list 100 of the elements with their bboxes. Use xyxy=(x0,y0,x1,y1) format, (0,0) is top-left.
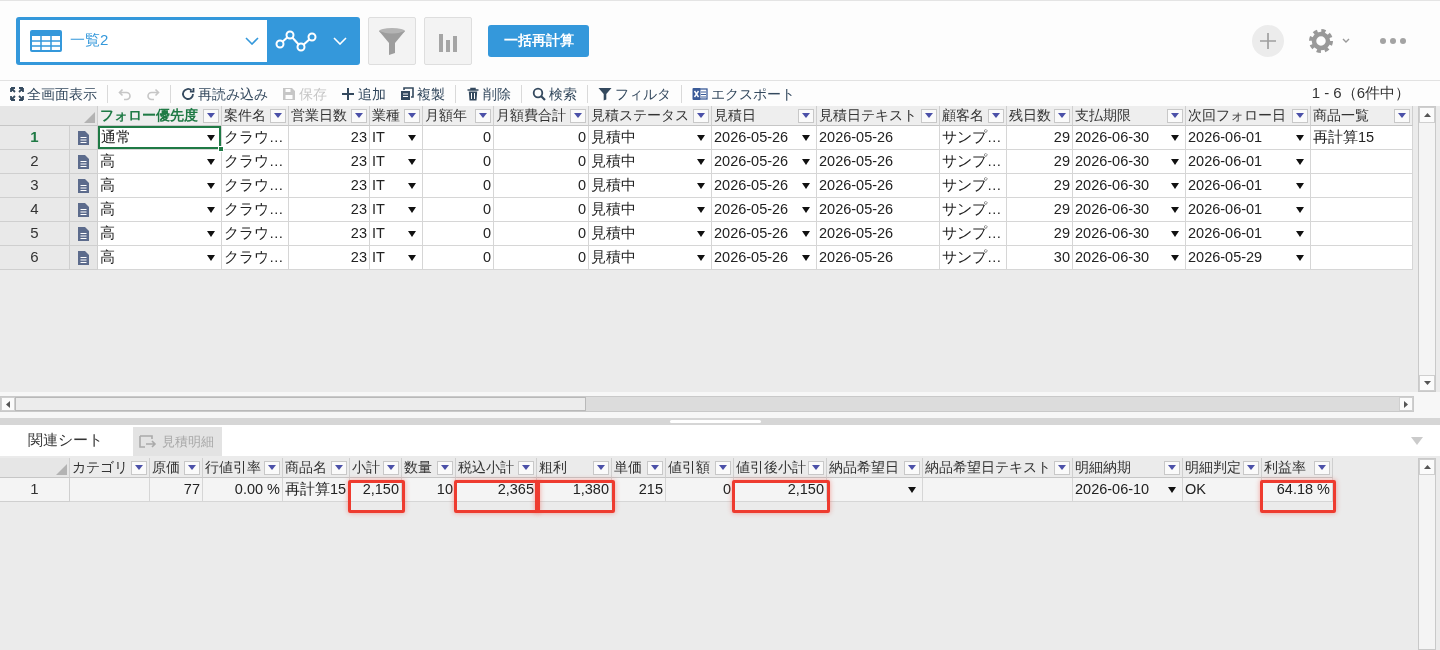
dropdown-cell[interactable]: 2026-05-26 xyxy=(712,198,817,222)
column-header[interactable]: 粗利 xyxy=(537,458,612,478)
column-filter-button[interactable] xyxy=(264,460,280,475)
dropdown-cell[interactable]: 2026-05-26 xyxy=(712,246,817,270)
column-filter-button[interactable] xyxy=(131,460,147,475)
filter-toolbar-button[interactable]: フィルタ xyxy=(596,82,673,105)
dropdown-cell[interactable]: 2026-05-29 xyxy=(1186,246,1311,270)
column-filter-button[interactable] xyxy=(715,460,731,475)
column-header[interactable]: 業種 xyxy=(370,106,423,126)
search-button[interactable]: 検索 xyxy=(530,82,579,105)
row-number[interactable]: 1 xyxy=(0,126,70,150)
dropdown-cell[interactable]: 2026-05-26 xyxy=(712,150,817,174)
column-header[interactable]: 値引後小計 xyxy=(734,458,827,478)
column-filter-button[interactable] xyxy=(808,460,824,475)
row-detail-button[interactable] xyxy=(70,174,98,198)
row-detail-button[interactable] xyxy=(70,198,98,222)
dropdown-cell[interactable]: 高 xyxy=(98,150,222,174)
row-detail-button[interactable] xyxy=(70,126,98,150)
dropdown-cell[interactable]: IT xyxy=(370,198,423,222)
column-header[interactable]: 案件名 xyxy=(222,106,289,126)
column-header[interactable]: 見積日テキスト xyxy=(817,106,940,126)
column-filter-button[interactable] xyxy=(593,460,609,475)
row-number[interactable]: 3 xyxy=(0,174,70,198)
column-filter-button[interactable] xyxy=(921,108,937,123)
column-header[interactable]: 商品一覧 xyxy=(1311,106,1413,126)
dropdown-cell[interactable]: 2026-05-26 xyxy=(712,222,817,246)
settings-button[interactable] xyxy=(1308,27,1350,54)
column-header[interactable]: 明細判定 xyxy=(1183,458,1262,478)
add-row-button[interactable]: 追加 xyxy=(339,82,388,105)
duplicate-button[interactable]: 複製 xyxy=(398,82,447,105)
column-filter-button[interactable] xyxy=(1292,108,1308,123)
reload-button[interactable]: 再読み込み xyxy=(179,82,270,105)
scroll-right-button[interactable] xyxy=(1399,397,1413,411)
column-header[interactable]: 営業日数 xyxy=(289,106,370,126)
column-filter-button[interactable] xyxy=(1164,460,1180,475)
dropdown-cell[interactable]: 高 xyxy=(98,198,222,222)
dropdown-cell[interactable]: 2026-06-30 xyxy=(1073,126,1186,150)
dropdown-cell[interactable]: 2026-06-01 xyxy=(1186,198,1311,222)
column-filter-button[interactable] xyxy=(693,108,709,123)
dropdown-cell[interactable]: IT xyxy=(370,174,423,198)
column-filter-button[interactable] xyxy=(798,108,814,123)
column-filter-button[interactable] xyxy=(988,108,1004,123)
column-header[interactable]: 値引額 xyxy=(666,458,734,478)
column-header[interactable]: カテゴリ xyxy=(70,458,150,478)
column-header[interactable]: 明細納期 xyxy=(1073,458,1183,478)
vertical-scrollbar[interactable] xyxy=(1418,106,1436,392)
column-header[interactable]: フォロー優先度 xyxy=(98,106,222,126)
filter-button[interactable] xyxy=(368,16,416,65)
column-filter-button[interactable] xyxy=(475,108,491,123)
column-header[interactable]: 顧客名 xyxy=(940,106,1007,126)
column-header[interactable]: 月額年 xyxy=(423,106,494,126)
column-header[interactable]: 見積日 xyxy=(712,106,817,126)
column-header[interactable]: 原価 xyxy=(150,458,203,478)
column-filter-button[interactable] xyxy=(184,460,200,475)
dropdown-cell[interactable]: IT xyxy=(370,246,423,270)
column-filter-button[interactable] xyxy=(270,108,286,123)
column-filter-button[interactable] xyxy=(1243,460,1259,475)
column-header[interactable]: 次回フォロー日 xyxy=(1186,106,1311,126)
dropdown-cell[interactable]: 2026-06-01 xyxy=(1186,126,1311,150)
dropdown-cell[interactable]: 高 xyxy=(98,174,222,198)
column-header[interactable]: 見積ステータス xyxy=(589,106,712,126)
export-button[interactable]: エクスポート xyxy=(690,82,797,105)
column-header[interactable]: 商品名 xyxy=(283,458,350,478)
dropdown-cell[interactable]: 高 xyxy=(98,246,222,270)
delete-button[interactable]: 削除 xyxy=(464,82,513,105)
dropdown-cell[interactable]: 2026-06-30 xyxy=(1073,174,1186,198)
dropdown-cell[interactable]: 2026-05-26 xyxy=(712,174,817,198)
dropdown-cell[interactable]: 見積中 xyxy=(589,198,712,222)
column-filter-button[interactable] xyxy=(203,108,219,123)
column-filter-button[interactable] xyxy=(647,460,663,475)
column-filter-button[interactable] xyxy=(904,460,920,475)
dropdown-cell[interactable]: 2026-06-30 xyxy=(1073,222,1186,246)
scroll-up-button[interactable] xyxy=(1419,107,1435,123)
dropdown-cell[interactable]: IT xyxy=(370,126,423,150)
column-header[interactable]: 利益率 xyxy=(1262,458,1333,478)
fill-handle-icon[interactable] xyxy=(218,146,224,152)
dropdown-cell[interactable]: IT xyxy=(370,150,423,174)
dropdown-cell[interactable]: 2026-06-01 xyxy=(1186,150,1311,174)
column-header[interactable]: 支払期限 xyxy=(1073,106,1186,126)
column-filter-button[interactable] xyxy=(1314,460,1330,475)
column-header[interactable]: 納品希望日テキスト xyxy=(923,458,1073,478)
dropdown-cell[interactable]: 見積中 xyxy=(589,246,712,270)
dropdown-cell[interactable]: IT xyxy=(370,222,423,246)
dropdown-cell[interactable]: 2026-06-10 xyxy=(1073,478,1183,502)
column-filter-button[interactable] xyxy=(570,108,586,123)
dropdown-cell[interactable]: 通常 xyxy=(98,126,222,150)
row-number[interactable]: 2 xyxy=(0,150,70,174)
horizontal-scrollbar[interactable] xyxy=(0,396,1414,412)
column-filter-button[interactable] xyxy=(383,460,399,475)
column-header[interactable]: 単価 xyxy=(612,458,666,478)
column-header[interactable]: 数量 xyxy=(402,458,456,478)
column-filter-button[interactable] xyxy=(404,108,420,123)
row-number[interactable]: 5 xyxy=(0,222,70,246)
row-detail-button[interactable] xyxy=(70,246,98,270)
column-filter-button[interactable] xyxy=(351,108,367,123)
column-filter-button[interactable] xyxy=(1054,108,1070,123)
scroll-left-button[interactable] xyxy=(1,397,15,411)
dropdown-cell[interactable]: 高 xyxy=(98,222,222,246)
scroll-down-button[interactable] xyxy=(1419,375,1435,391)
column-filter-button[interactable] xyxy=(437,460,453,475)
